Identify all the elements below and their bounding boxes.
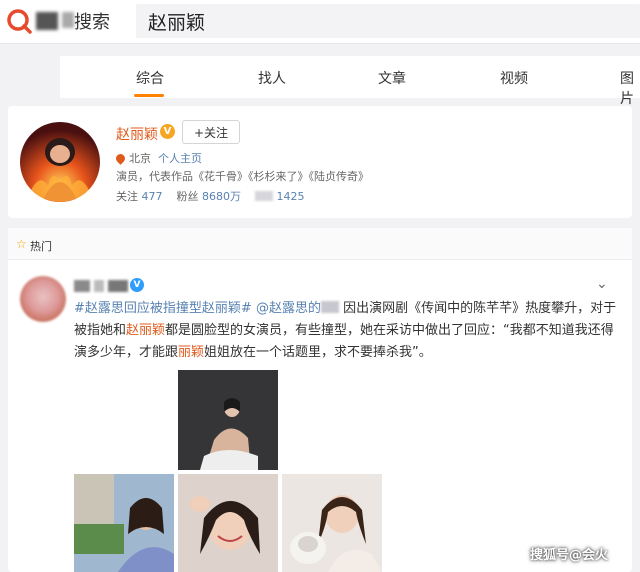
posts-count[interactable]: 1425 (277, 190, 305, 203)
user-card: 赵丽颖 V +关注 北京 个人主页 演员，代表作品《花千骨》《杉杉来了》《陆贞传… (8, 106, 632, 218)
post-highlight-2: 丽颖 (178, 345, 205, 360)
post-photo-4[interactable] (282, 474, 382, 572)
user-name[interactable]: 赵丽颖 (116, 124, 158, 144)
hot-label: 热门 (30, 240, 52, 253)
post-photo-3[interactable] (178, 474, 278, 572)
homepage-link[interactable]: 个人主页 (158, 152, 202, 165)
following-label: 关注 (116, 190, 138, 203)
top-search-bar: 搜索 (0, 0, 640, 44)
avatar[interactable] (20, 122, 100, 202)
blurred-mention (320, 301, 339, 313)
post-text-3: 姐姐放在一个话题里，求不要捧杀我”。 (204, 345, 432, 360)
blurred-author-name-2 (94, 280, 104, 292)
site-label: 搜索 (74, 12, 110, 33)
user-bio: 演员，代表作品《花千骨》《杉杉来了》《陆贞传奇》 (116, 170, 369, 183)
search-box[interactable] (136, 4, 640, 38)
post-highlight-1: 赵丽颖 (126, 323, 166, 338)
blurred-posts-label (255, 191, 273, 201)
search-input[interactable] (136, 4, 640, 38)
chevron-down-icon[interactable]: ⌄ (596, 276, 608, 292)
result-tabs: 综合 找人 文章 视频 图片 (60, 56, 640, 107)
location-pin-icon (114, 152, 127, 165)
post-author-avatar[interactable] (20, 276, 66, 322)
tab-videos[interactable]: 视频 (500, 68, 528, 88)
active-tab-indicator (134, 94, 164, 97)
bio-line: 演员，代表作品《花千骨》《杉杉来了》《陆贞传奇》 (116, 168, 369, 184)
blurred-author-name (74, 280, 90, 292)
post-text: #赵露思回应被指撞型赵丽颖# @赵露思的 因出演网剧《传闻中的陈芊芊》热度攀升，… (74, 298, 622, 364)
hashtag-link[interactable]: #赵露思回应被指撞型赵丽颖# (74, 301, 252, 316)
post-photo-2[interactable] (74, 474, 174, 572)
post-photo-1[interactable] (178, 370, 278, 470)
fans-label: 粉丝 (176, 190, 199, 203)
tab-articles[interactable]: 文章 (378, 68, 406, 88)
author-verified-icon: V (130, 278, 144, 292)
location-line: 北京 个人主页 (114, 150, 202, 166)
following-count[interactable]: 477 (142, 190, 163, 203)
tab-people[interactable]: 找人 (258, 68, 286, 88)
mention-link[interactable]: @赵露思的 (256, 301, 321, 316)
fans-count[interactable]: 8680万 (202, 190, 241, 203)
tab-general[interactable]: 综合 (136, 68, 164, 88)
watermark: 搜狐号@会火 (530, 548, 609, 563)
hot-star-icon: ☆ (16, 237, 27, 251)
weibo-search-logo-icon[interactable] (6, 8, 32, 34)
blurred-logo-text-2 (62, 12, 74, 28)
location-text: 北京 (129, 152, 151, 165)
blurred-author-name-3 (108, 280, 128, 292)
hot-panel: ☆ 热门 V ⌄ #赵露思回应被指撞型赵丽颖# @赵露思的 因出演网剧《传闻中的… (8, 228, 632, 572)
tab-images[interactable]: 图片 (620, 68, 640, 108)
blurred-logo-text (36, 12, 58, 30)
stats-line: 关注 477 粉丝 8680万 1425 (116, 188, 305, 204)
verified-badge-icon: V (160, 124, 175, 139)
hot-header: ☆ 热门 (8, 228, 632, 260)
follow-button[interactable]: +关注 (182, 120, 240, 144)
